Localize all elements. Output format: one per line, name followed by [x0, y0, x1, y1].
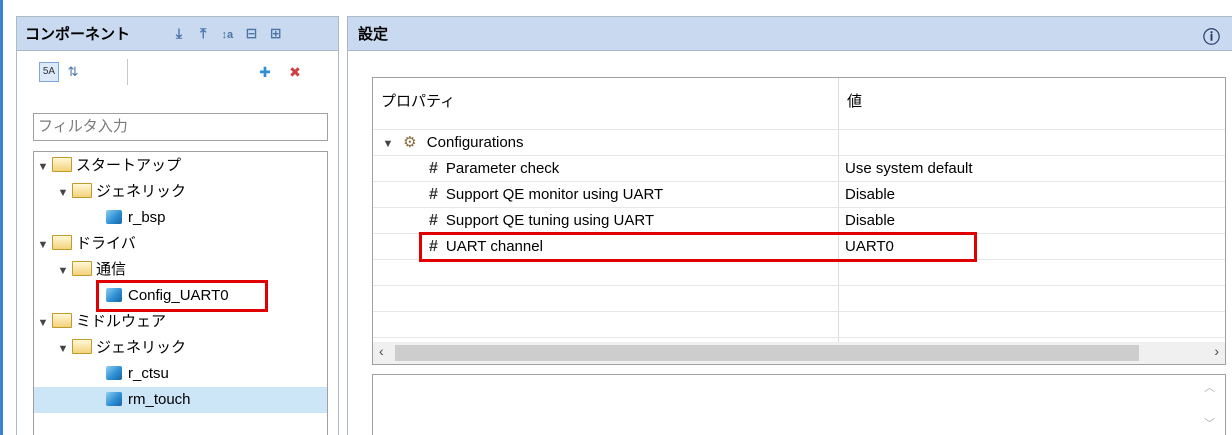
folder-icon [72, 339, 92, 354]
folder-icon [52, 157, 72, 172]
property-row[interactable]: # Support QE monitor using UART [429, 183, 663, 207]
export-icon[interactable]: ⤒ [193, 23, 213, 43]
expand-all-icon[interactable]: ⊞ [266, 23, 286, 43]
scroll-down-icon[interactable]: ﹀ [1204, 415, 1215, 431]
highlight-box-uart-channel [419, 232, 977, 262]
import-icon[interactable]: ⤓ [169, 23, 189, 43]
filter-input[interactable] [38, 118, 323, 135]
component-tree: ▼ スタートアップ ▼ ジェネリック r_bsp ▼ ドライバ ▼ 通信 Config_… [33, 151, 328, 435]
property-table: プロパティ 値 ▼ ⚙ Configurations # Parameter ch… [372, 77, 1226, 365]
sort-icon[interactable]: ↕a [217, 25, 237, 45]
chevron-down-icon[interactable]: ▼ [56, 180, 70, 206]
tree-item-r-ctsu[interactable]: r_ctsu [106, 361, 169, 387]
tree-item-label: ジェネリック [96, 183, 187, 200]
tree-item-label: rm_touch [128, 391, 191, 408]
tree-item-startup[interactable]: ▼ スタートアップ [36, 153, 181, 179]
description-area[interactable]: ︿ ﹀ [372, 374, 1226, 435]
chevron-down-icon[interactable]: ▼ [36, 154, 50, 180]
grid-line [373, 311, 1225, 312]
property-name: Support QE tuning using UART [445, 212, 655, 229]
toolbar-separator [127, 59, 128, 85]
gear-icon: ⚙ [403, 134, 417, 151]
column-header-value[interactable]: 値 [847, 90, 862, 111]
tree-item-r-bsp[interactable]: r_bsp [106, 205, 166, 231]
property-row[interactable]: # Parameter check [429, 157, 559, 181]
filter-field[interactable] [33, 113, 328, 141]
chevron-down-icon[interactable]: ▼ [36, 310, 50, 336]
chevron-down-icon[interactable]: ▼ [56, 336, 70, 362]
tree-toolbar: 5A ⇅ ✚ ✖ [17, 51, 338, 91]
window-edge [0, 0, 3, 435]
hierarchy-view-icon[interactable]: ⇅ [63, 62, 83, 82]
chevron-down-icon[interactable]: ▼ [56, 258, 70, 284]
property-name: Parameter check [445, 160, 560, 177]
component-icon [106, 366, 122, 380]
settings-header: 設定 ⓘ [348, 17, 1232, 51]
components-toolbar: ⤓ ⤒ ↕a ⊟ ⊞ [169, 23, 286, 45]
settings-title: 設定 [358, 26, 389, 43]
scrollbar-thumb[interactable] [395, 345, 1139, 361]
grid-line [373, 181, 1225, 182]
group-row-configurations[interactable]: ▼ ⚙ Configurations [381, 131, 524, 155]
column-header-property[interactable]: プロパティ [381, 90, 455, 111]
components-title: コンポーネント [25, 26, 131, 43]
tree-item-label: ドライバ [76, 235, 136, 252]
add-component-icon[interactable]: ✚ [255, 62, 275, 82]
column-divider [838, 78, 839, 342]
folder-icon [72, 261, 92, 276]
tree-item-rm-touch[interactable]: rm_touch [106, 387, 191, 413]
grid-line [373, 129, 1225, 130]
property-value[interactable]: Disable [845, 183, 895, 207]
chevron-down-icon[interactable]: ▼ [381, 132, 395, 156]
folder-icon [52, 313, 72, 328]
component-icon [106, 392, 122, 406]
group-label: Configurations [426, 134, 524, 151]
tree-item-label: スタートアップ [76, 157, 182, 174]
tree-item-generic[interactable]: ▼ ジェネリック [56, 179, 186, 205]
property-value[interactable]: Disable [845, 209, 895, 233]
property-name: Support QE monitor using UART [445, 186, 664, 203]
tree-item-label: r_bsp [128, 209, 166, 226]
collapse-all-icon[interactable]: ⊟ [242, 23, 262, 43]
remove-component-icon[interactable]: ✖ [285, 62, 305, 82]
tree-item-label: ジェネリック [96, 339, 187, 356]
category-view-icon[interactable]: 5A [39, 62, 59, 82]
folder-icon [52, 235, 72, 250]
scroll-up-icon[interactable]: ︿ [1204, 379, 1215, 395]
grid-line [373, 155, 1225, 156]
tree-item-generic-2[interactable]: ▼ ジェネリック [56, 335, 186, 361]
property-row[interactable]: # Support QE tuning using UART [429, 209, 654, 233]
horizontal-scrollbar[interactable]: ‹ › [373, 342, 1225, 364]
tree-item-drivers[interactable]: ▼ ドライバ [36, 231, 136, 257]
grid-line [373, 285, 1225, 286]
components-header: コンポーネント ⤓ ⤒ ↕a ⊟ ⊞ [17, 17, 338, 51]
tree-item-label: 通信 [96, 261, 127, 278]
scroll-left-icon[interactable]: ‹ [379, 343, 384, 359]
chevron-down-icon[interactable]: ▼ [36, 232, 50, 258]
info-icon[interactable]: ⓘ [1203, 23, 1220, 48]
grid-line [373, 337, 1225, 338]
components-panel: コンポーネント ⤓ ⤒ ↕a ⊟ ⊞ 5A ⇅ ✚ ✖ ▼ スタートアップ ▼ ジェ… [16, 16, 339, 435]
hash-icon: # [429, 186, 438, 203]
tree-item-label: r_ctsu [128, 365, 169, 382]
component-icon [106, 210, 122, 224]
tree-item-middleware[interactable]: ▼ ミドルウェア [36, 309, 166, 335]
settings-panel: 設定 ⓘ プロパティ 値 ▼ ⚙ Configurations # Paramet… [347, 16, 1232, 435]
folder-icon [72, 183, 92, 198]
hash-icon: # [429, 212, 438, 229]
highlight-box-config-uart0 [96, 280, 268, 312]
tree-item-label: ミドルウェア [76, 313, 167, 330]
grid-line [373, 207, 1225, 208]
property-value[interactable]: Use system default [845, 157, 973, 181]
scroll-right-icon[interactable]: › [1214, 343, 1219, 359]
hash-icon: # [429, 160, 438, 177]
